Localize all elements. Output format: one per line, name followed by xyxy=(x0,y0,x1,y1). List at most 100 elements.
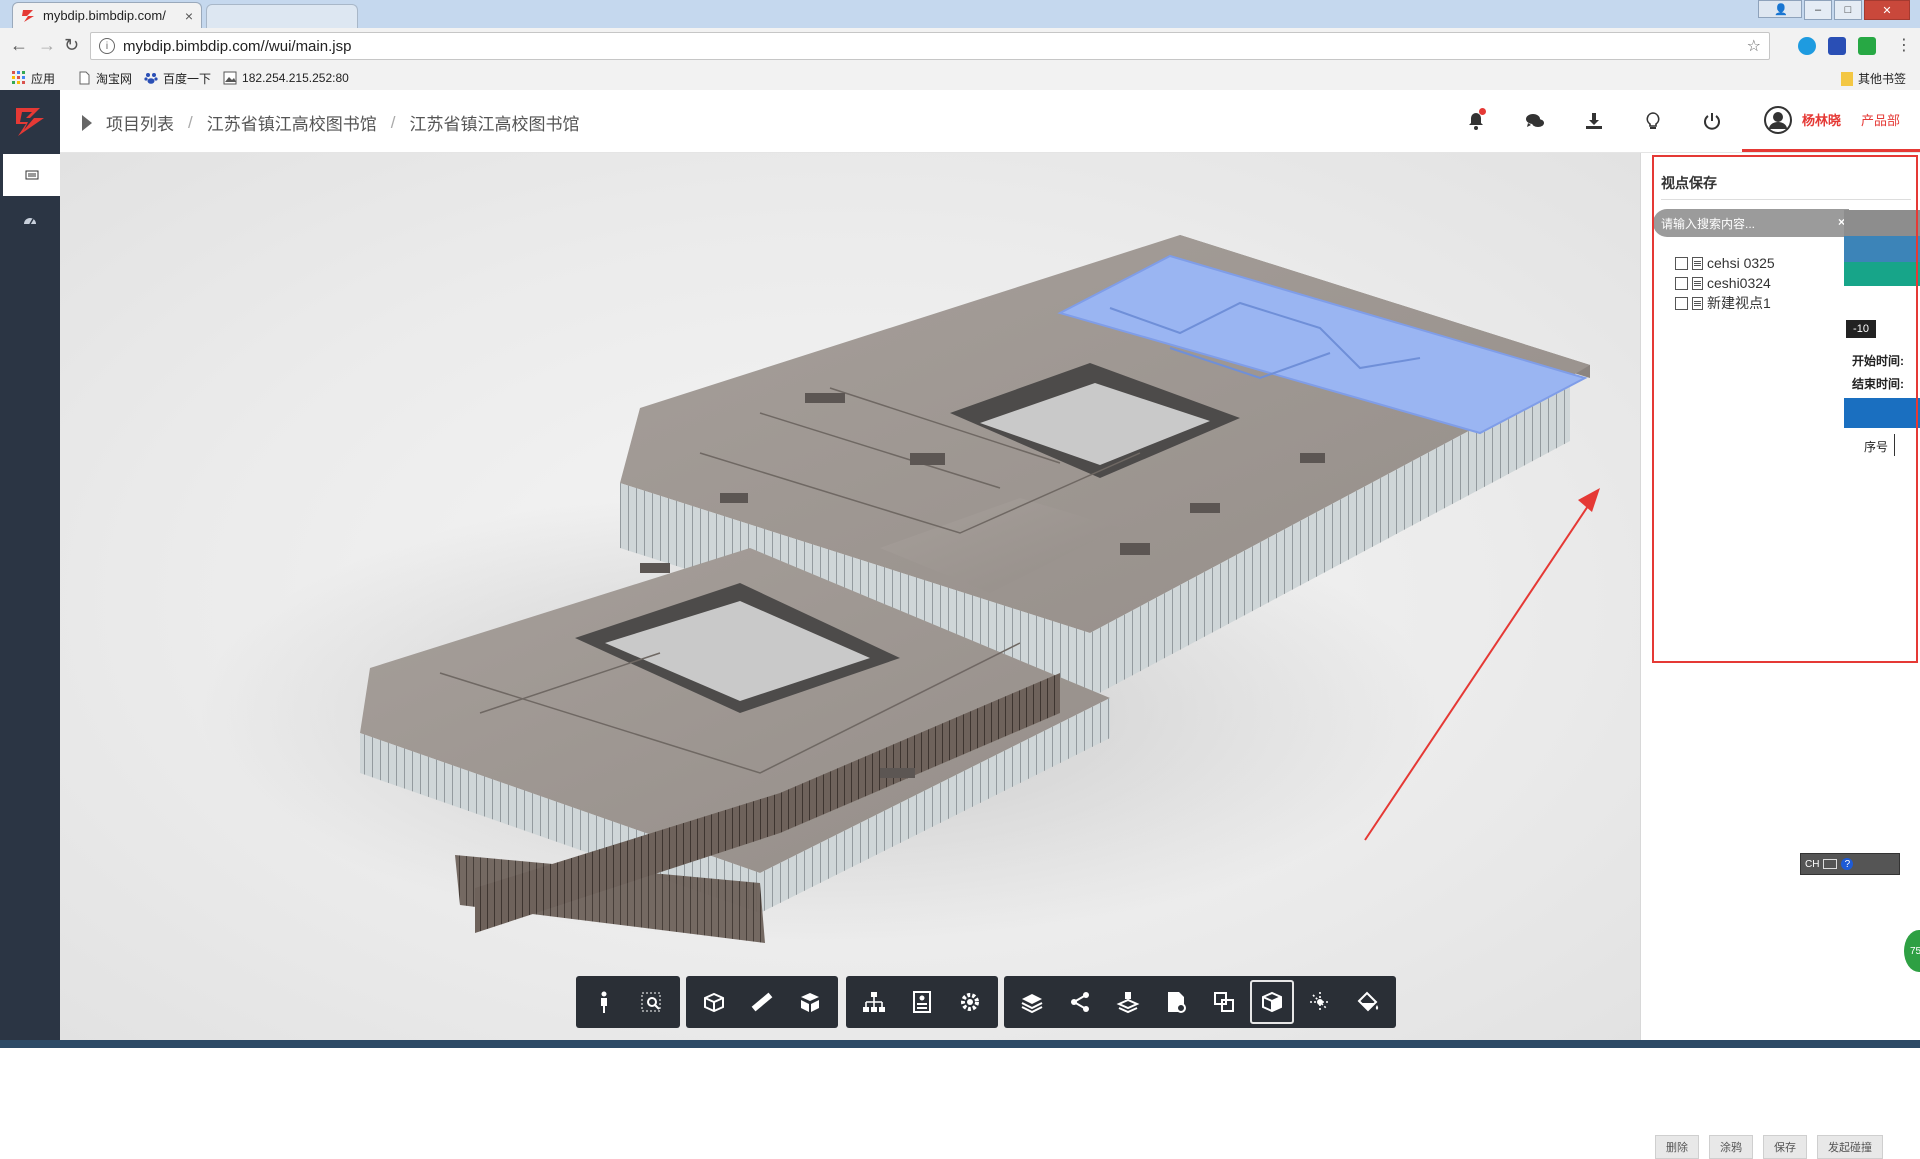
doodle-button[interactable]: 涂鸦 xyxy=(1709,1135,1753,1159)
url-input[interactable]: i mybdip.bimbdip.com//wui/main.jsp ☆ xyxy=(90,32,1770,60)
sidebar-item-list[interactable] xyxy=(0,154,60,196)
breadcrumb-item-model[interactable]: 江苏省镇江高校图书馆 xyxy=(409,110,579,135)
ime-toolbar[interactable]: CH ? xyxy=(1800,853,1900,875)
app-header: 项目列表 / 江苏省镇江高校图书馆 / 江苏省镇江高校图书馆 杨林晓 产品部 xyxy=(60,90,1920,153)
tab-close-icon[interactable]: × xyxy=(185,8,193,24)
measure-button[interactable] xyxy=(740,980,784,1024)
bookmark-other[interactable]: 其他书签 xyxy=(1840,70,1906,87)
building-model-render[interactable] xyxy=(60,153,1640,1048)
extension-icon[interactable] xyxy=(1798,37,1816,55)
panel-actions: 删除 涂鸦 保存 发起碰撞 xyxy=(1655,1135,1883,1159)
delete-button[interactable]: 删除 xyxy=(1655,1135,1699,1159)
keyboard-icon[interactable] xyxy=(1823,859,1838,869)
paint-button[interactable] xyxy=(1346,980,1390,1024)
header-actions: 杨林晓 产品部 xyxy=(1447,90,1920,152)
compare-button[interactable] xyxy=(1202,980,1246,1024)
tips-button[interactable] xyxy=(1624,90,1683,152)
notification-badge xyxy=(1478,108,1486,115)
help-icon[interactable]: ? xyxy=(1841,858,1854,870)
download-button[interactable] xyxy=(1565,90,1624,152)
menu-kebab-icon[interactable]: ⋮ xyxy=(1896,35,1912,55)
breadcrumb-item-project[interactable]: 江苏省镇江高校图书馆 xyxy=(207,110,377,135)
checkbox[interactable] xyxy=(1675,296,1688,310)
walk-button[interactable] xyxy=(582,980,626,1024)
model-viewport[interactable] xyxy=(60,153,1640,1048)
back-icon[interactable]: ← xyxy=(10,35,28,56)
properties-button[interactable] xyxy=(900,980,944,1024)
strip-tab-blue[interactable] xyxy=(1844,236,1920,262)
save-button[interactable]: 保存 xyxy=(1763,1135,1807,1159)
paint-bucket-icon xyxy=(1357,991,1379,1012)
bookmark-label: 182.254.215.252:80 xyxy=(242,71,349,85)
bookmark-ip[interactable]: 182.254.215.252:80 xyxy=(223,71,349,85)
browser-tab-active[interactable]: mybdip.bimbdip.com/ × xyxy=(12,2,202,28)
section-box-button[interactable] xyxy=(692,980,736,1024)
browser-tab-inactive[interactable] xyxy=(206,4,358,29)
settings-button[interactable] xyxy=(948,980,992,1024)
extension-paw-icon[interactable] xyxy=(1828,37,1846,55)
sidebar-item-dashboard[interactable] xyxy=(0,200,60,242)
list-item[interactable]: cehsi 0325 xyxy=(1675,253,1775,273)
user-menu[interactable]: 杨林晓 产品部 xyxy=(1741,90,1920,152)
search-placeholder: 请输入搜索内容... xyxy=(1661,216,1756,231)
collision-button[interactable]: 发起碰撞 xyxy=(1817,1135,1883,1159)
breadcrumb-item-projects[interactable]: 项目列表 xyxy=(106,110,174,135)
apps-grid-icon xyxy=(12,71,25,84)
bookmark-label: 应用 xyxy=(31,71,56,86)
messages-button[interactable] xyxy=(1506,90,1565,152)
minimize-button[interactable]: – xyxy=(1804,0,1832,20)
user-department: 产品部 xyxy=(1860,113,1900,128)
strip-tab-gray[interactable] xyxy=(1844,210,1920,236)
explode-cube-icon xyxy=(801,993,819,1012)
viewpoint-search-input[interactable]: 请输入搜索内容... × xyxy=(1653,209,1849,237)
breadcrumb-separator: / xyxy=(390,112,396,132)
bookmark-star-icon[interactable]: ☆ xyxy=(1747,36,1761,56)
list-item[interactable]: ceshi0324 xyxy=(1675,273,1775,293)
bookmark-baidu[interactable]: 百度一下 xyxy=(144,70,211,87)
viewpoint-list: cehsi 0325 ceshi0324 新建视点1 xyxy=(1675,253,1775,313)
checkbox[interactable] xyxy=(1675,256,1688,270)
maximize-button[interactable]: □ xyxy=(1834,0,1862,20)
list-item[interactable]: 新建视点1 xyxy=(1675,293,1775,313)
power-icon xyxy=(1704,113,1721,130)
app-sidebar xyxy=(0,90,60,1048)
explode-button[interactable] xyxy=(788,980,832,1024)
properties-icon xyxy=(913,991,931,1013)
zoom-region-button[interactable] xyxy=(630,980,674,1024)
logout-button[interactable] xyxy=(1683,90,1742,152)
url-text: mybdip.bimbdip.com//wui/main.jsp xyxy=(123,37,352,55)
view-cube-button[interactable] xyxy=(1250,980,1294,1024)
report-button[interactable] xyxy=(1154,980,1198,1024)
toolbar-group-views xyxy=(1004,976,1396,1028)
notifications-button[interactable] xyxy=(1447,90,1506,152)
browser-tabbar: mybdip.bimbdip.com/ × 👤 – □ ✕ xyxy=(0,0,1920,29)
strip-tab-green[interactable] xyxy=(1844,262,1920,286)
floor-button[interactable] xyxy=(1106,980,1150,1024)
baidu-paw-icon xyxy=(144,73,158,84)
start-time-label: 开始时间: xyxy=(1852,354,1904,368)
app-logo-icon[interactable] xyxy=(12,104,48,140)
list-icon xyxy=(25,170,38,180)
document-icon xyxy=(1692,296,1703,310)
view-cube-icon xyxy=(1262,991,1282,1013)
reload-icon[interactable]: ↻ xyxy=(64,35,79,56)
browser-address-bar: ← → ↻ i mybdip.bimbdip.com//wui/main.jsp… xyxy=(0,28,1920,66)
window-controls: 👤 – □ ✕ xyxy=(1758,0,1910,20)
checkbox[interactable] xyxy=(1675,276,1688,290)
layers-button[interactable] xyxy=(1010,980,1054,1024)
extension-share-icon[interactable] xyxy=(1858,37,1876,55)
viewpoint-name: 新建视点1 xyxy=(1707,295,1771,311)
zoom-region-icon xyxy=(641,992,661,1012)
bookmark-apps[interactable]: 应用 xyxy=(12,70,55,87)
profile-icon[interactable]: 👤 xyxy=(1758,0,1802,18)
bookmark-taobao[interactable]: 淘宝网 xyxy=(77,70,132,87)
page-icon xyxy=(79,71,90,85)
toolbar-group-model xyxy=(846,976,998,1028)
forward-icon[interactable]: → xyxy=(38,35,56,56)
model-tree-button[interactable] xyxy=(852,980,896,1024)
bookmarks-bar: 应用 淘宝网 百度一下 182.254.215.252:80 其他书签 xyxy=(0,66,1920,91)
share-button[interactable] xyxy=(1058,980,1102,1024)
close-window-button[interactable]: ✕ xyxy=(1864,0,1910,20)
axis-button[interactable] xyxy=(1298,980,1342,1024)
site-info-icon[interactable]: i xyxy=(99,38,115,54)
